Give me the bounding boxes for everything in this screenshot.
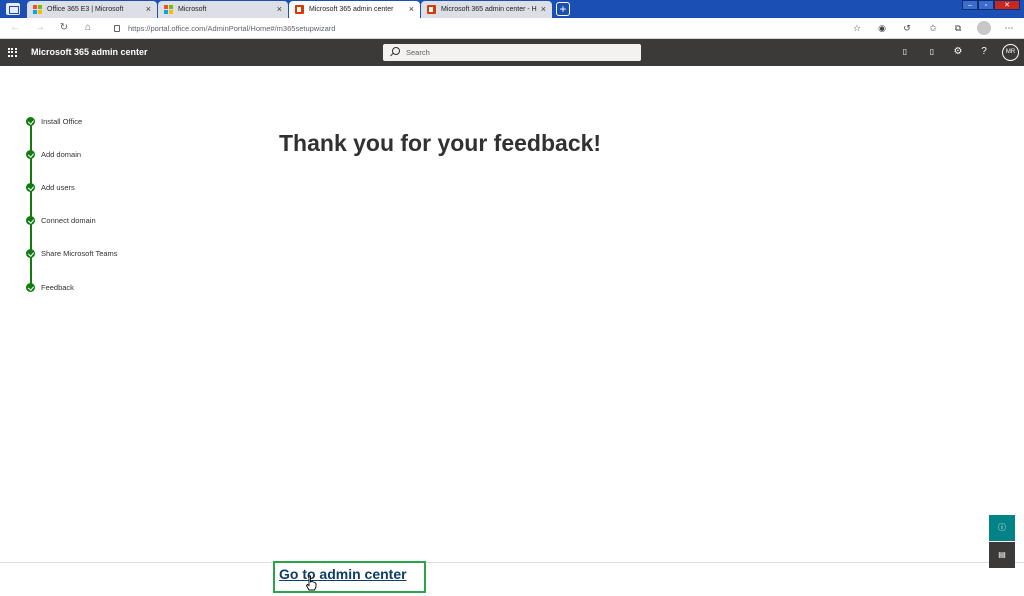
- page-heading: Thank you for your feedback!: [279, 130, 602, 156]
- home-icon[interactable]: ⌂: [81, 21, 95, 35]
- checkmark-icon: [26, 283, 35, 292]
- window-menu-icon[interactable]: [6, 3, 20, 15]
- browser-tab-microsoft[interactable]: Microsoft ×: [158, 1, 288, 18]
- checkmark-icon: [26, 183, 35, 192]
- tab-label: Microsoft: [178, 6, 207, 13]
- extension-shield-icon[interactable]: ◉: [876, 22, 888, 34]
- profile-icon[interactable]: [977, 21, 991, 35]
- collections-icon[interactable]: ⧉: [952, 22, 964, 34]
- app-title[interactable]: Microsoft 365 admin center: [31, 39, 148, 66]
- minimize-icon[interactable]: –: [962, 0, 978, 10]
- checkmark-icon: [26, 117, 35, 126]
- refresh-icon[interactable]: ↻: [57, 21, 71, 35]
- help-support-button[interactable]: ⓘ: [989, 515, 1015, 541]
- checkmark-icon: [26, 249, 35, 258]
- help-icon[interactable]: ?: [978, 46, 990, 58]
- step-label: Install Office: [41, 117, 83, 126]
- checkmark-icon: [26, 216, 35, 225]
- browser-tab-admin-center-help[interactable]: Microsoft 365 admin center - H ×: [421, 1, 552, 18]
- tab-label: Microsoft 365 admin center: [309, 6, 394, 13]
- settings-gear-icon[interactable]: ⚙: [952, 46, 964, 58]
- close-tab-icon[interactable]: ×: [277, 1, 282, 18]
- favorite-star-icon[interactable]: ☆: [851, 22, 863, 34]
- close-tab-icon[interactable]: ×: [541, 1, 546, 18]
- microsoft-logo-icon: [33, 5, 42, 14]
- forward-icon[interactable]: →: [33, 21, 47, 35]
- close-tab-icon[interactable]: ×: [146, 1, 151, 18]
- new-tab-button[interactable]: +: [556, 2, 570, 16]
- search-placeholder: Search: [406, 48, 430, 57]
- go-to-admin-center-link[interactable]: Go to admin center: [279, 566, 407, 582]
- search-input[interactable]: Search: [383, 44, 641, 61]
- step-label: Add domain: [41, 150, 82, 159]
- hand-cursor-icon: [305, 575, 317, 591]
- feedback-chat-icon: ▤: [998, 550, 1006, 559]
- browser-tab-strip: Office 365 E3 | Microsoft × Microsoft × …: [0, 0, 1024, 18]
- browser-tab-admin-center-active[interactable]: Microsoft 365 admin center ×: [289, 1, 420, 18]
- step-label: Add users: [41, 183, 75, 192]
- search-icon: [392, 47, 400, 55]
- favorites-icon[interactable]: ✩: [927, 22, 939, 34]
- browser-toolbar: ← → ↻ ⌂ https://portal.office.com/AdminP…: [0, 18, 1024, 39]
- notifications-icon[interactable]: ▯: [926, 46, 938, 58]
- mobile-app-icon[interactable]: ▯: [899, 46, 911, 58]
- avatar[interactable]: MR: [1002, 44, 1019, 61]
- app-header: Microsoft 365 admin center Search ▯ ▯ ⚙ …: [0, 39, 1024, 66]
- more-menu-icon[interactable]: ⋯: [1003, 22, 1015, 34]
- lock-icon: [114, 25, 120, 32]
- checkmark-icon: [26, 150, 35, 159]
- question-circle-icon: ⓘ: [998, 523, 1006, 532]
- step-label: Connect domain: [41, 216, 96, 225]
- address-bar[interactable]: https://portal.office.com/AdminPortal/Ho…: [106, 20, 876, 37]
- office-logo-icon: [295, 5, 304, 14]
- feedback-button[interactable]: ▤: [989, 542, 1015, 568]
- tab-label: Office 365 E3 | Microsoft: [47, 6, 124, 13]
- step-label: Share Microsoft Teams: [41, 249, 118, 258]
- footer-divider: [0, 562, 1024, 563]
- wizard-progress-line: [30, 125, 32, 285]
- close-tab-icon[interactable]: ×: [409, 1, 414, 18]
- restore-icon[interactable]: ▫: [978, 0, 994, 10]
- microsoft-logo-icon: [164, 5, 173, 14]
- window-controls: – ▫ ✕: [962, 0, 1020, 10]
- app-launcher-icon[interactable]: [8, 48, 17, 57]
- tab-label: Microsoft 365 admin center - H: [441, 6, 537, 13]
- close-window-icon[interactable]: ✕: [994, 0, 1020, 10]
- back-icon[interactable]: ←: [8, 21, 22, 35]
- browser-tab-office365-e3[interactable]: Office 365 E3 | Microsoft ×: [27, 1, 157, 18]
- office-logo-icon: [427, 5, 436, 14]
- url-text: https://portal.office.com/AdminPortal/Ho…: [128, 24, 336, 33]
- extension-refresh-icon[interactable]: ↺: [901, 22, 913, 34]
- step-label: Feedback: [41, 283, 74, 292]
